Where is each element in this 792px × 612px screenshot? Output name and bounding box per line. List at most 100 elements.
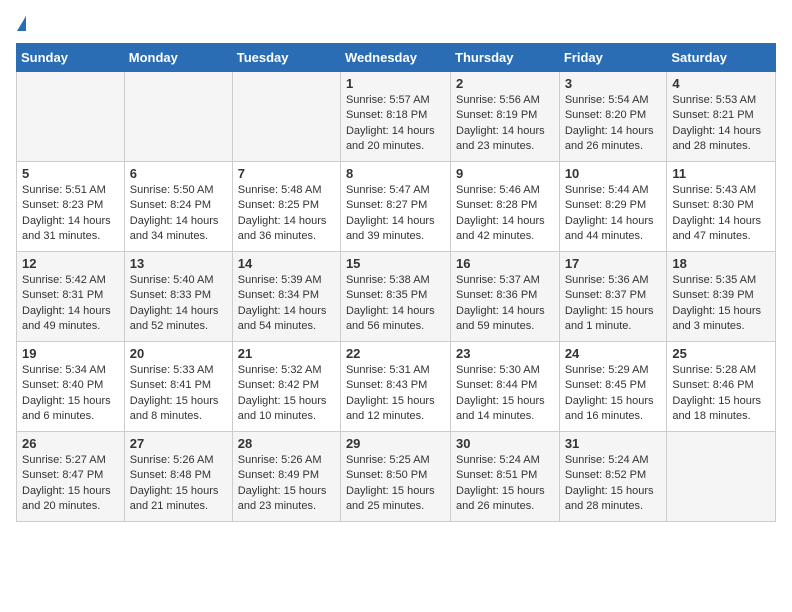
- day-number: 15: [346, 256, 445, 271]
- calendar-cell: [17, 72, 125, 162]
- logo: [16, 16, 26, 31]
- calendar-cell: 7 Sunrise: 5:48 AM Sunset: 8:25 PM Daylig…: [232, 162, 340, 252]
- day-of-week-header: Wednesday: [340, 44, 450, 72]
- day-number: 1: [346, 76, 445, 91]
- calendar-cell: 13 Sunrise: 5:40 AM Sunset: 8:33 PM Dayli…: [124, 252, 232, 342]
- calendar-cell: 28 Sunrise: 5:26 AM Sunset: 8:49 PM Dayli…: [232, 432, 340, 522]
- day-number: 30: [456, 436, 554, 451]
- calendar-cell: 18 Sunrise: 5:35 AM Sunset: 8:39 PM Dayli…: [667, 252, 776, 342]
- day-info: Sunrise: 5:53 AM Sunset: 8:21 PM Dayligh…: [672, 93, 770, 155]
- day-number: 16: [456, 256, 554, 271]
- day-number: 25: [672, 346, 770, 361]
- day-number: 13: [130, 256, 227, 271]
- day-number: 19: [22, 346, 119, 361]
- calendar-cell: 22 Sunrise: 5:31 AM Sunset: 8:43 PM Dayli…: [340, 342, 450, 432]
- day-info: Sunrise: 5:47 AM Sunset: 8:27 PM Dayligh…: [346, 183, 445, 245]
- calendar-week-row: 5Sunrise: 5:51 AM Sunset: 8:23 PM Daylig…: [17, 162, 776, 252]
- calendar-cell: 19 Sunrise: 5:34 AM Sunset: 8:40 PM Dayli…: [17, 342, 125, 432]
- day-number: 8: [346, 166, 445, 181]
- day-of-week-header: Monday: [124, 44, 232, 72]
- day-number: 3: [565, 76, 662, 91]
- day-info: Sunrise: 5:30 AM Sunset: 8:44 PM Dayligh…: [456, 363, 554, 425]
- day-number: 14: [238, 256, 335, 271]
- day-info: Sunrise: 5:27 AM Sunset: 8:47 PM Dayligh…: [22, 453, 119, 515]
- day-number: 6: [130, 166, 227, 181]
- day-info: Sunrise: 5:42 AM Sunset: 8:31 PM Dayligh…: [22, 273, 119, 335]
- day-number: 10: [565, 166, 662, 181]
- day-info: Sunrise: 5:28 AM Sunset: 8:46 PM Dayligh…: [672, 363, 770, 425]
- calendar-cell: 6Sunrise: 5:50 AM Sunset: 8:24 PM Daylig…: [124, 162, 232, 252]
- day-of-week-header: Thursday: [451, 44, 560, 72]
- day-number: 29: [346, 436, 445, 451]
- day-number: 5: [22, 166, 119, 181]
- calendar-cell: 10 Sunrise: 5:44 AM Sunset: 8:29 PM Dayli…: [559, 162, 667, 252]
- day-of-week-header: Sunday: [17, 44, 125, 72]
- day-number: 9: [456, 166, 554, 181]
- calendar-cell: 8 Sunrise: 5:47 AM Sunset: 8:27 PM Daylig…: [340, 162, 450, 252]
- day-of-week-header: Friday: [559, 44, 667, 72]
- day-info: Sunrise: 5:24 AM Sunset: 8:51 PM Dayligh…: [456, 453, 554, 515]
- day-number: 21: [238, 346, 335, 361]
- calendar-cell: 2 Sunrise: 5:56 AM Sunset: 8:19 PM Daylig…: [451, 72, 560, 162]
- calendar-cell: 3 Sunrise: 5:54 AM Sunset: 8:20 PM Daylig…: [559, 72, 667, 162]
- calendar-week-row: 1 Sunrise: 5:57 AM Sunset: 8:18 PM Daylig…: [17, 72, 776, 162]
- calendar-cell: 12 Sunrise: 5:42 AM Sunset: 8:31 PM Dayli…: [17, 252, 125, 342]
- day-info: Sunrise: 5:35 AM Sunset: 8:39 PM Dayligh…: [672, 273, 770, 335]
- calendar-week-row: 12 Sunrise: 5:42 AM Sunset: 8:31 PM Dayli…: [17, 252, 776, 342]
- calendar-cell: 1 Sunrise: 5:57 AM Sunset: 8:18 PM Daylig…: [340, 72, 450, 162]
- calendar-cell: 27 Sunrise: 5:26 AM Sunset: 8:48 PM Dayli…: [124, 432, 232, 522]
- calendar-cell: 5Sunrise: 5:51 AM Sunset: 8:23 PM Daylig…: [17, 162, 125, 252]
- calendar-cell: 17 Sunrise: 5:36 AM Sunset: 8:37 PM Dayli…: [559, 252, 667, 342]
- calendar-cell: 15Sunrise: 5:38 AM Sunset: 8:35 PM Dayli…: [340, 252, 450, 342]
- calendar-cell: 11 Sunrise: 5:43 AM Sunset: 8:30 PM Dayli…: [667, 162, 776, 252]
- day-number: 17: [565, 256, 662, 271]
- day-info: Sunrise: 5:31 AM Sunset: 8:43 PM Dayligh…: [346, 363, 445, 425]
- day-info: Sunrise: 5:32 AM Sunset: 8:42 PM Dayligh…: [238, 363, 335, 425]
- day-info: Sunrise: 5:48 AM Sunset: 8:25 PM Dayligh…: [238, 183, 335, 245]
- day-number: 26: [22, 436, 119, 451]
- day-number: 18: [672, 256, 770, 271]
- calendar-cell: 30 Sunrise: 5:24 AM Sunset: 8:51 PM Dayli…: [451, 432, 560, 522]
- day-info: Sunrise: 5:43 AM Sunset: 8:30 PM Dayligh…: [672, 183, 770, 245]
- calendar-cell: 24Sunrise: 5:29 AM Sunset: 8:45 PM Dayli…: [559, 342, 667, 432]
- day-info: Sunrise: 5:25 AM Sunset: 8:50 PM Dayligh…: [346, 453, 445, 515]
- calendar-cell: 25 Sunrise: 5:28 AM Sunset: 8:46 PM Dayli…: [667, 342, 776, 432]
- calendar-cell: 9Sunrise: 5:46 AM Sunset: 8:28 PM Daylig…: [451, 162, 560, 252]
- calendar-table: SundayMondayTuesdayWednesdayThursdayFrid…: [16, 43, 776, 522]
- calendar-cell: 16Sunrise: 5:37 AM Sunset: 8:36 PM Dayli…: [451, 252, 560, 342]
- day-info: Sunrise: 5:56 AM Sunset: 8:19 PM Dayligh…: [456, 93, 554, 155]
- day-number: 22: [346, 346, 445, 361]
- calendar-cell: 4Sunrise: 5:53 AM Sunset: 8:21 PM Daylig…: [667, 72, 776, 162]
- day-info: Sunrise: 5:54 AM Sunset: 8:20 PM Dayligh…: [565, 93, 662, 155]
- day-number: 31: [565, 436, 662, 451]
- calendar-header-row: SundayMondayTuesdayWednesdayThursdayFrid…: [17, 44, 776, 72]
- day-number: 12: [22, 256, 119, 271]
- day-number: 27: [130, 436, 227, 451]
- day-number: 11: [672, 166, 770, 181]
- page-header: [16, 16, 776, 31]
- calendar-cell: [667, 432, 776, 522]
- calendar-cell: 23Sunrise: 5:30 AM Sunset: 8:44 PM Dayli…: [451, 342, 560, 432]
- day-info: Sunrise: 5:40 AM Sunset: 8:33 PM Dayligh…: [130, 273, 227, 335]
- calendar-week-row: 19 Sunrise: 5:34 AM Sunset: 8:40 PM Dayli…: [17, 342, 776, 432]
- day-info: Sunrise: 5:33 AM Sunset: 8:41 PM Dayligh…: [130, 363, 227, 425]
- day-number: 24: [565, 346, 662, 361]
- day-number: 28: [238, 436, 335, 451]
- calendar-cell: 20 Sunrise: 5:33 AM Sunset: 8:41 PM Dayli…: [124, 342, 232, 432]
- day-number: 20: [130, 346, 227, 361]
- day-info: Sunrise: 5:34 AM Sunset: 8:40 PM Dayligh…: [22, 363, 119, 425]
- calendar-cell: 14Sunrise: 5:39 AM Sunset: 8:34 PM Dayli…: [232, 252, 340, 342]
- day-of-week-header: Saturday: [667, 44, 776, 72]
- calendar-cell: 21 Sunrise: 5:32 AM Sunset: 8:42 PM Dayli…: [232, 342, 340, 432]
- day-number: 2: [456, 76, 554, 91]
- day-info: Sunrise: 5:26 AM Sunset: 8:48 PM Dayligh…: [130, 453, 227, 515]
- day-info: Sunrise: 5:36 AM Sunset: 8:37 PM Dayligh…: [565, 273, 662, 335]
- calendar-week-row: 26 Sunrise: 5:27 AM Sunset: 8:47 PM Dayli…: [17, 432, 776, 522]
- day-info: Sunrise: 5:44 AM Sunset: 8:29 PM Dayligh…: [565, 183, 662, 245]
- day-info: Sunrise: 5:57 AM Sunset: 8:18 PM Dayligh…: [346, 93, 445, 155]
- calendar-cell: 31Sunrise: 5:24 AM Sunset: 8:52 PM Dayli…: [559, 432, 667, 522]
- day-number: 7: [238, 166, 335, 181]
- calendar-cell: 29 Sunrise: 5:25 AM Sunset: 8:50 PM Dayli…: [340, 432, 450, 522]
- calendar-cell: [124, 72, 232, 162]
- day-info: Sunrise: 5:26 AM Sunset: 8:49 PM Dayligh…: [238, 453, 335, 515]
